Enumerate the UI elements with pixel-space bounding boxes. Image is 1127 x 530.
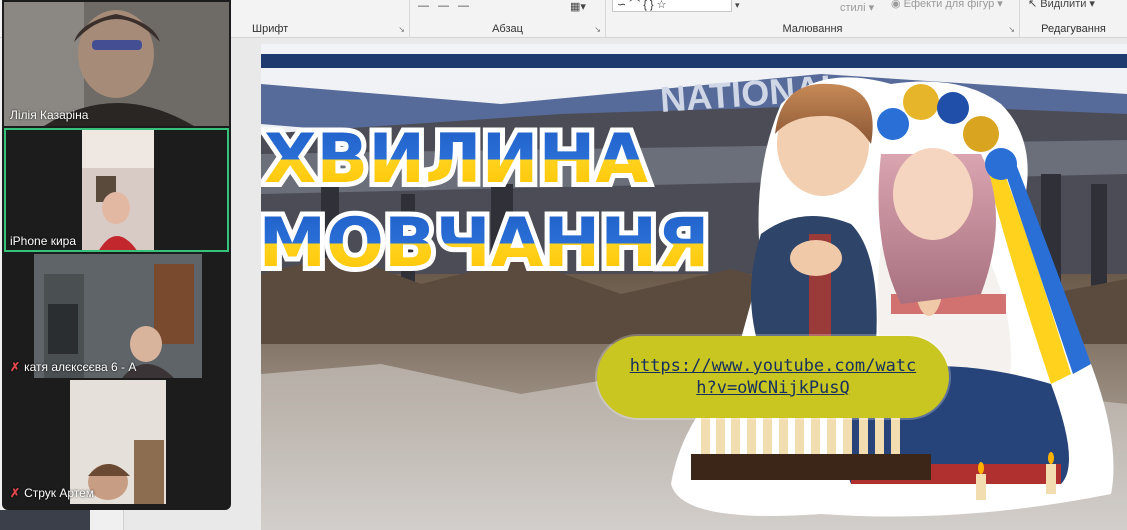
slide-canvas[interactable]: NATIONAL ХВИЛИНА МОВЧАННЯ https://www.yo… — [261, 44, 1127, 530]
youtube-link-pill: https://www.youtube.com/watch?v=oWCNijkP… — [597, 336, 949, 418]
shape-effects-label: Ефекти для фігур — [903, 0, 995, 10]
participant-tile[interactable]: ✗ катя алєксєєва 6 - А — [4, 254, 229, 378]
participants-panel: Лілія Казаріна iPhone кира ✗ катя алєксє… — [2, 0, 231, 510]
align-right-icon[interactable]: — — [458, 0, 469, 12]
ribbon-group-editing: ↖ Виділити ▾ Редагування — [1020, 0, 1127, 38]
ribbon-group-paragraph-label: Абзац — [492, 23, 523, 35]
quick-styles-button[interactable]: стилі ▾ — [840, 1, 874, 14]
participant-tile[interactable]: ✗ Струк Артем — [4, 380, 229, 504]
participant-name: Лілія Казаріна — [10, 108, 89, 122]
ribbon-group-font-label: Шрифт — [252, 23, 289, 35]
title-line-2: МОВЧАННЯ — [261, 204, 710, 283]
align-left-icon[interactable]: — — [418, 0, 429, 12]
quick-styles-label: стилі — [840, 2, 866, 14]
title-line-1: ХВИЛИНА — [264, 120, 648, 199]
cursor-icon: ↖ — [1028, 0, 1038, 10]
dialog-launcher-icon[interactable]: ↘ — [398, 25, 405, 34]
participant-name: iPhone кира — [10, 234, 76, 248]
select-button[interactable]: ↖ Виділити ▾ — [1028, 0, 1095, 10]
ribbon-group-editing-label: Редагування — [1041, 23, 1106, 35]
girl-face — [893, 148, 973, 240]
mic-muted-icon: ✗ — [10, 360, 21, 374]
boy-hands — [790, 240, 842, 276]
ribbon-group-drawing: стилі ▾ ◉ Ефекти для фігур ▾ Малювання ↘ — [606, 0, 1020, 38]
dialog-launcher-icon[interactable]: ↘ — [1008, 25, 1015, 34]
participant-tile-active-speaker[interactable]: iPhone кира — [4, 128, 229, 252]
participant-name-tag: ✗ катя алєксєєва 6 - А — [10, 360, 136, 374]
mic-muted-icon: ✗ — [10, 486, 21, 500]
participant-name-tag: iPhone кира — [10, 234, 76, 248]
participant-name-tag: ✗ Струк Артем — [10, 486, 94, 500]
slide-artwork: NATIONAL ХВИЛИНА МОВЧАННЯ — [261, 44, 1127, 530]
shape-effects-button[interactable]: ◉ Ефекти для фігур ▾ — [891, 0, 1003, 10]
taskbar-fragment — [0, 510, 90, 530]
participant-tile[interactable]: Лілія Казаріна — [4, 2, 229, 126]
participant-name-tag: Лілія Казаріна — [10, 108, 88, 122]
ribbon-group-drawing-label: Малювання — [782, 23, 843, 35]
youtube-link[interactable]: https://www.youtube.com/watch?v=oWCNijkP… — [621, 355, 925, 399]
participant-name: Струк Артем — [24, 486, 95, 500]
candle-tray — [691, 454, 931, 480]
select-label: Виділити — [1040, 0, 1087, 10]
building-roof-band — [261, 54, 1127, 68]
shape-effects-icon: ◉ — [891, 0, 901, 10]
text-direction-icon[interactable]: ▦▾ — [570, 0, 586, 13]
align-center-icon[interactable]: — — [438, 0, 449, 12]
ribbon-group-paragraph: — — — ▦▾ Абзац ↘ — [410, 0, 606, 38]
ribbon-group-font: Шрифт ↘ — [232, 0, 410, 38]
dialog-launcher-icon[interactable]: ↘ — [594, 25, 601, 34]
participant-name: катя алєксєєва 6 - А — [24, 360, 137, 374]
